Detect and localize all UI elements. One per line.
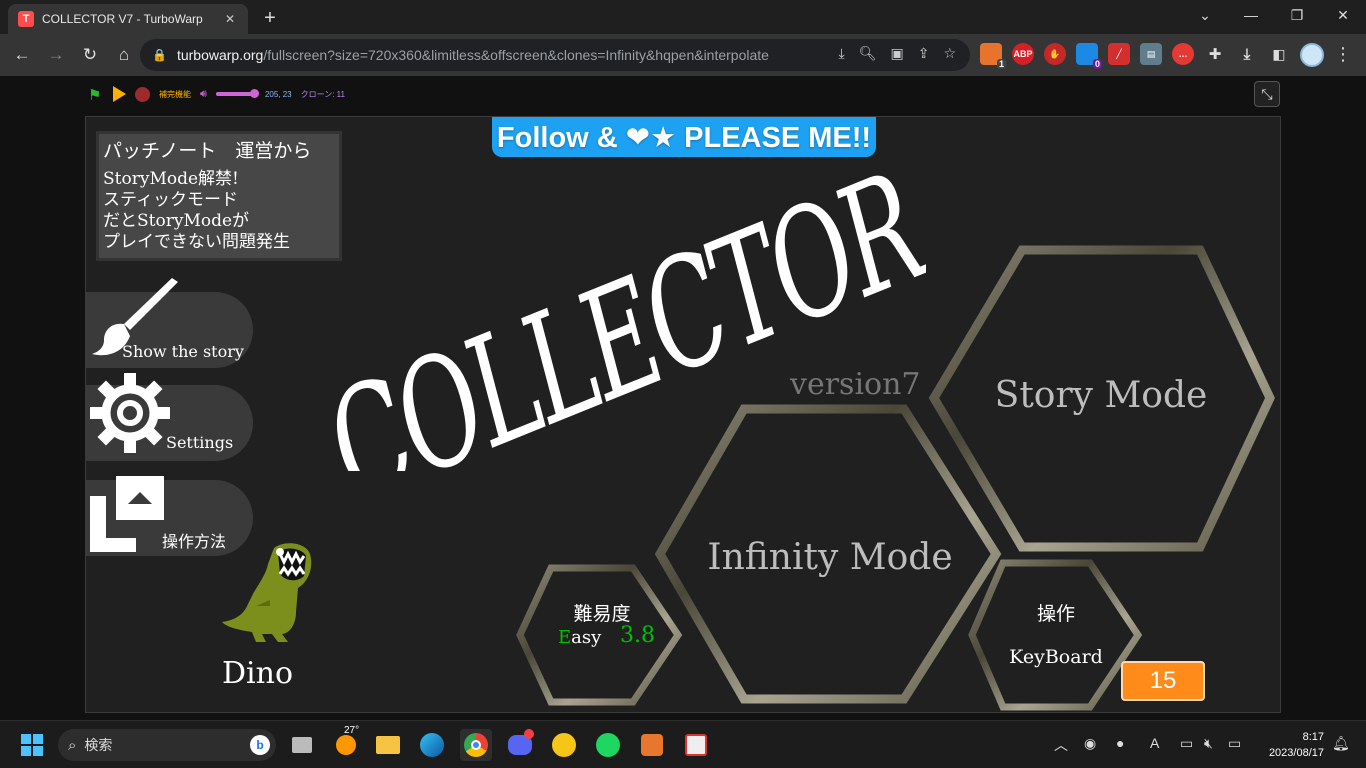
- show-story-label: Show the story: [122, 342, 244, 361]
- close-window-button[interactable]: ✕: [1320, 0, 1366, 30]
- infinity-mode-label: Infinity Mode: [707, 537, 953, 578]
- minimize-button[interactable]: —: [1228, 0, 1274, 30]
- tab-search-chevron-icon[interactable]: ⌄: [1182, 0, 1228, 30]
- play-icon[interactable]: [113, 86, 126, 102]
- adblock-hand-icon[interactable]: ✋: [1044, 43, 1066, 65]
- volume-icon[interactable]: 🔊︎: [200, 88, 207, 101]
- game-stage[interactable]: パッチノート 運営から StoryMode解禁! スティックモード だとStor…: [85, 116, 1281, 713]
- extensions-puzzle-icon[interactable]: ✚: [1204, 43, 1226, 65]
- controls-help-label: 操作方法: [162, 532, 227, 551]
- tray-chevron-icon[interactable]: ︿: [1054, 735, 1068, 755]
- address-bar[interactable]: 🔒 turbowarp.org /fullscreen?size=720x360…: [140, 39, 970, 71]
- score-counter: 15: [1121, 661, 1205, 701]
- taskbar-search[interactable]: ⌕ 検索 b: [58, 729, 276, 761]
- browser-tab[interactable]: T COLLECTOR V7 - TurboWarp ✕: [8, 4, 248, 34]
- taskbar-clock[interactable]: 8:17 2023/08/17: [1262, 729, 1324, 761]
- extension-orange-icon[interactable]: 1: [980, 43, 1006, 69]
- extension-chat-icon[interactable]: …: [1172, 43, 1194, 65]
- difficulty-title: 難易度: [573, 603, 631, 625]
- show-story-button[interactable]: Show the story: [86, 278, 253, 368]
- dino-character-icon[interactable]: [222, 542, 322, 647]
- volume-muted-icon[interactable]: 🔇︎: [1204, 735, 1213, 752]
- side-panel-icon[interactable]: ◧: [1268, 43, 1290, 65]
- snipping-tool-icon[interactable]: [680, 729, 712, 761]
- restore-button[interactable]: ❐: [1274, 0, 1320, 30]
- extension-wand-icon[interactable]: ╱: [1108, 43, 1130, 65]
- page-content: ⚑ 補完機能 🔊︎ 205, 23 クローン: 11 ⤡ パッチノート 運営から…: [0, 76, 1366, 720]
- back-button[interactable]: ←: [6, 39, 38, 71]
- green-flag-icon[interactable]: ⚑: [88, 86, 104, 104]
- page-icon[interactable]: ▣: [890, 45, 903, 62]
- addon-label[interactable]: 補完機能: [159, 89, 191, 100]
- extension-window-icon[interactable]: ▤: [1140, 43, 1162, 65]
- extension-blue-icon[interactable]: 0: [1076, 43, 1102, 69]
- bookmark-star-icon[interactable]: ☆: [943, 45, 956, 62]
- control-mode-button[interactable]: [972, 563, 1138, 707]
- install-app-icon[interactable]: ⤓: [838, 45, 844, 62]
- discord-icon[interactable]: [504, 729, 536, 761]
- mouse-coords: 205, 23: [264, 89, 292, 99]
- forward-button[interactable]: →: [40, 39, 72, 71]
- stop-icon[interactable]: [135, 86, 150, 102]
- search-icon: ⌕: [68, 736, 77, 754]
- tab-close-icon[interactable]: ✕: [222, 11, 238, 27]
- controls-icon: [90, 476, 164, 552]
- music-app-icon[interactable]: [548, 729, 580, 761]
- task-view-icon[interactable]: [286, 729, 318, 761]
- control-title: 操作: [1036, 603, 1075, 625]
- tray-eye-icon[interactable]: ◉: [1084, 735, 1096, 752]
- battery-icon[interactable]: ▭: [1228, 735, 1241, 752]
- tab-title: COLLECTOR V7 - TurboWarp: [42, 12, 203, 26]
- windows-taskbar: ⌕ 検索 b 27° ︿ ◉ ● A ▭ 🔇︎ ▭ 8:17 2023/08/1…: [0, 720, 1366, 768]
- weather-temp: 27°: [344, 725, 360, 736]
- settings-button[interactable]: Settings: [86, 373, 253, 461]
- difficulty-value: 3.8: [620, 623, 655, 648]
- difficulty-level-rest: asy: [571, 627, 602, 648]
- version-label: version7: [790, 367, 921, 402]
- ime-icon[interactable]: A: [1150, 735, 1159, 751]
- clock-date: 2023/08/17: [1268, 747, 1324, 759]
- profile-avatar[interactable]: [1300, 43, 1324, 67]
- bing-icon[interactable]: b: [250, 735, 270, 755]
- search-label: 検索: [84, 737, 113, 753]
- media-player-icon[interactable]: [636, 729, 668, 761]
- clone-counter: クローン: 11: [300, 89, 345, 99]
- url-host: turbowarp.org: [176, 47, 264, 63]
- edge-icon[interactable]: [416, 729, 448, 761]
- tray-app-icon[interactable]: ●: [1116, 735, 1124, 751]
- spotify-icon[interactable]: [592, 729, 624, 761]
- weather-widget-icon[interactable]: 27°: [330, 725, 362, 761]
- new-tab-button[interactable]: +: [258, 6, 282, 30]
- volume-slider[interactable]: [215, 89, 259, 98]
- difficulty-level: Easy: [558, 627, 601, 648]
- lock-icon[interactable]: 🔒: [152, 48, 167, 62]
- turbowarp-favicon-icon: T: [18, 11, 34, 27]
- turbowarp-controls: ⚑ 補完機能 🔊︎ 205, 23 クローン: 11: [88, 84, 345, 104]
- browser-tab-strip: T COLLECTOR V7 - TurboWarp ✕ + ⌄ — ❐ ✕: [0, 0, 1366, 34]
- downloads-icon[interactable]: ⤓: [1236, 43, 1258, 65]
- home-button[interactable]: ⌂: [108, 39, 140, 71]
- zoom-icon[interactable]: 🔍︎: [859, 45, 877, 62]
- clock-time: 8:17: [1302, 731, 1324, 743]
- difficulty-level-initial: E: [558, 627, 572, 648]
- browser-toolbar: ← → ↻ ⌂ 🔒 turbowarp.org /fullscreen?size…: [0, 34, 1366, 76]
- url-path: /fullscreen?size=720x360&limitless&offsc…: [263, 47, 769, 63]
- reload-button[interactable]: ↻: [74, 39, 106, 71]
- character-name: Dino: [222, 656, 294, 691]
- gear-icon: [90, 373, 170, 453]
- file-explorer-icon[interactable]: [372, 729, 404, 761]
- settings-label: Settings: [166, 433, 234, 452]
- browser-menu-icon[interactable]: ⋮: [1334, 44, 1352, 65]
- share-icon[interactable]: ⇪: [918, 45, 930, 62]
- story-mode-label: Story Mode: [994, 375, 1208, 416]
- notification-icon[interactable]: 🔔︎: [1332, 735, 1350, 752]
- adblock-plus-icon[interactable]: ABP: [1012, 43, 1034, 65]
- windows-start-icon[interactable]: [16, 729, 48, 761]
- network-icon[interactable]: ▭: [1180, 735, 1193, 752]
- exit-fullscreen-button[interactable]: ⤡: [1254, 81, 1280, 107]
- chrome-icon[interactable]: [460, 729, 492, 761]
- control-value: KeyBoard: [1009, 646, 1103, 668]
